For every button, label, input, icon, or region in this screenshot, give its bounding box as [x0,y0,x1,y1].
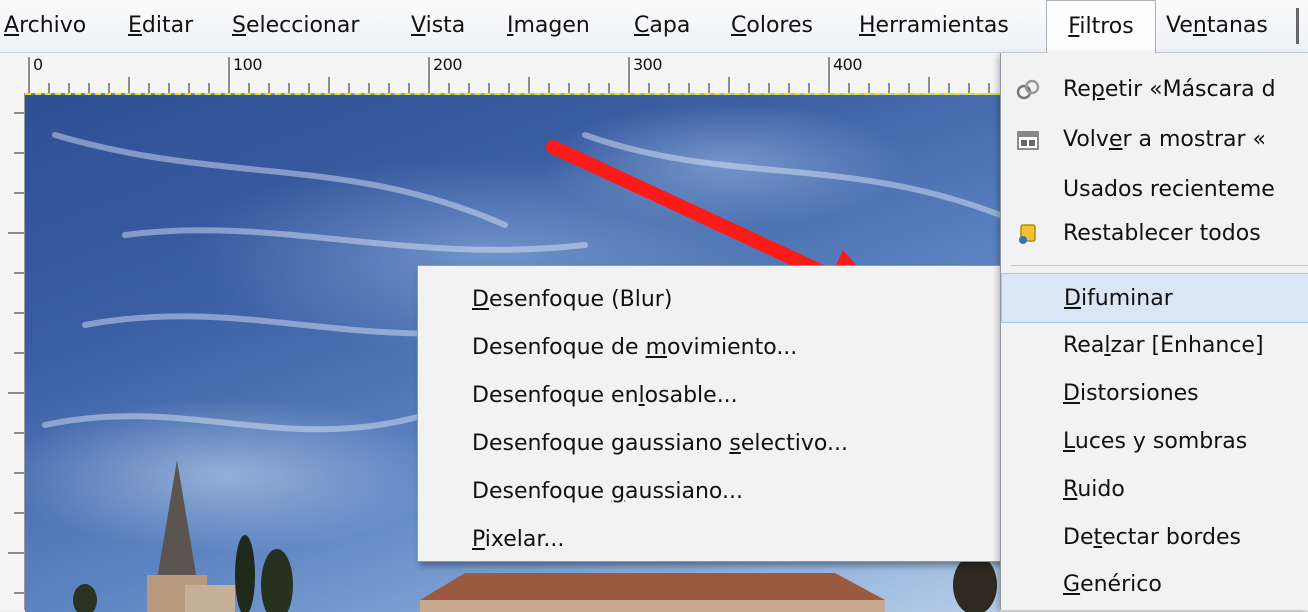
ruler-label: 400 [833,55,863,74]
menu-item-detectar-bordes[interactable]: Detectar bordes [1001,513,1308,563]
menu-filtros[interactable]: Filtros [1046,0,1156,53]
menubar-divider [1296,8,1299,44]
menu-capa[interactable]: Capa [634,0,690,52]
repeat-icon [1015,77,1041,103]
menu-item-usados-recientemente[interactable]: Usados recienteme [1001,165,1308,215]
ruler-label: 200 [433,55,463,74]
horizontal-ruler[interactable]: 0 100 200 300 400 [0,53,1000,94]
filtros-dropdown: Repetir «Máscara d Volver a mostrar « Us… [1000,53,1308,610]
vertical-ruler[interactable] [0,93,25,610]
menu-editar[interactable]: Editar [128,0,193,52]
menu-item-generico[interactable]: Genérico [1001,560,1308,610]
ruler-label: 0 [33,55,43,74]
menu-bar: Archivo Editar Seleccionar Vista Imagen … [0,0,1308,53]
blur-submenu: Desenfoque (Blur) Desenfoque de movimien… [417,265,1002,562]
vruler-ticks [8,112,24,594]
church-tower-shape [147,460,235,612]
ruler-label: 300 [633,55,663,74]
menu-item-distorsiones[interactable]: Distorsiones [1001,369,1308,419]
menu-item-pixelar[interactable]: Pixelar... [472,516,564,564]
menu-item-luces-sombras[interactable]: Luces y sombras [1001,417,1308,467]
reset-icon [1015,221,1041,247]
menu-item-desenfoque-movimiento[interactable]: Desenfoque de movimiento... [472,324,797,372]
menu-archivo[interactable]: Archivo [4,0,86,52]
menu-item-desenfoque-gaussiano-selectivo[interactable]: Desenfoque gaussiano selectivo... [472,420,848,468]
menu-ventanas[interactable]: Ventanas [1166,0,1268,52]
menu-item-repetir[interactable]: Repetir «Máscara d [1001,65,1308,115]
menu-separator [1011,265,1308,266]
menu-item-desenfoque-blur[interactable]: Desenfoque (Blur) [472,276,672,324]
menu-herramientas[interactable]: Herramientas [859,0,1009,52]
menu-vista[interactable]: Vista [411,0,465,52]
ruler-label: 100 [233,55,263,74]
menu-imagen[interactable]: Imagen [507,0,590,52]
menu-item-realzar[interactable]: Realzar [Enhance] [1001,321,1308,371]
menu-item-desenfoque-enlosable[interactable]: Desenfoque enlosable... [472,372,738,420]
menu-item-restablecer-todos[interactable]: Restablecer todos [1001,209,1308,259]
menu-item-desenfoque-gaussiano[interactable]: Desenfoque gaussiano... [472,468,743,516]
menu-item-volver-mostrar[interactable]: Volver a mostrar « [1001,115,1308,165]
reshow-icon [1015,127,1041,153]
menu-item-difuminar[interactable]: Difuminar [1001,273,1308,323]
menu-colores[interactable]: Colores [731,0,813,52]
menu-item-ruido[interactable]: Ruido [1001,465,1308,515]
menu-seleccionar[interactable]: Seleccionar [232,0,359,52]
